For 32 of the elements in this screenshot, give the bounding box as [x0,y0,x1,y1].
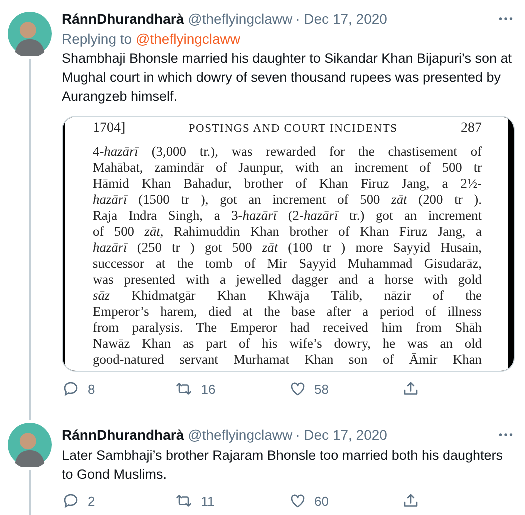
tweet-text: Shambhaji Bhonsle married his daughter to Sikandar Khan Bijapuri’s son at Mughal court in which dowry of seven thousand rupees was presented by Aurangzeb himself. [62,50,514,106]
retweet-icon[interactable] [175,380,194,398]
timestamp[interactable]: · Dec 17, 2020 [296,11,388,27]
share-icon[interactable] [402,380,420,398]
like-count: 58 [314,382,329,396]
page-number: 287 [460,121,482,137]
replying-label: Replying to [62,31,132,47]
thread-line [29,470,31,515]
like-icon[interactable] [288,492,306,510]
page-paragraph: 4-hazārī (3,000 tr.), was rewarded for the chastisement of Mahābat, zamindār of Jaunpur, with an increment of 500 tr Hāmid Khan Bahadur, brother of Khan Firuz Jang, a 2½- hazārī (1500 tr ), got an increment of 500 zāt (200 tr ). Raja Indra Singh, a 3-hazārī (2-hazārī tr.) got an increment of 500 zāt, Rahimuddin Khan brother of Khan Firuz Jang, a hazārī (250 tr ) got 500 zāt (100 tr ) more Sayyid Husain, successor at the tomb of Mir Sayyid Muhammad Gisudarāz, was presented with a jewelled dagger and a horse with gold sāz Khidmatgār Khan Khwāja Tālib, nāzir of the Emperor’s harem, died at the base after a period of illness from paralysis. The Emperor had received him from Shāh Nawāz Khan as part of his wife’s dowry, he was an old good-natured servant Murhamat Khan son of Āmir Khan [93,144,482,368]
retweet-icon[interactable] [175,492,194,510]
user-handle[interactable]: @theflyingclaww [188,427,293,443]
user-handle[interactable]: @theflyingclaww [188,11,293,27]
retweet-count: 16 [201,382,216,396]
like-icon[interactable] [288,380,306,398]
reply-count: 2 [88,494,96,508]
avatar[interactable] [8,423,52,467]
mention-link[interactable]: @theflyingclaww [136,31,241,47]
document-page[interactable] [65,117,508,371]
like-count: 60 [314,494,329,508]
tweet-text: Later Sambhaji’s brother Rajaram Bhonsle too married both his daughters to Gond Muslims. [62,447,504,484]
share-icon[interactable] [402,492,420,510]
display-name[interactable]: RánnDhurandharà [62,427,184,443]
page-year: 1704] [93,121,126,137]
reply-icon[interactable] [62,380,80,398]
reply-icon[interactable] [62,492,80,510]
reply-count: 8 [88,382,96,396]
page-heading: POSTINGS AND COURT INCIDENTS [188,123,398,135]
retweet-count: 11 [201,494,215,508]
display-name[interactable]: RánnDhurandharà [62,11,184,27]
avatar[interactable] [8,12,52,56]
timestamp[interactable]: · Dec 17, 2020 [296,427,388,443]
